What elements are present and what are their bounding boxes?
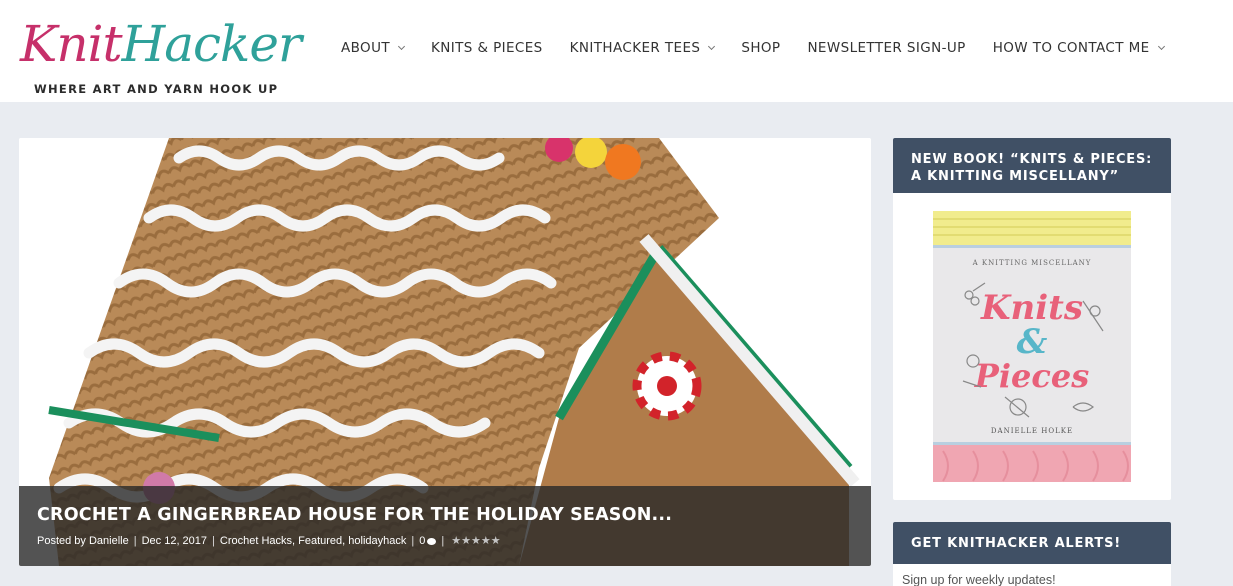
posted-by-label: Posted by xyxy=(37,535,86,547)
alerts-widget-text: Sign up for weekly updates! xyxy=(902,573,1056,586)
book-cover-author: DANIELLE HOLKE xyxy=(991,427,1073,435)
book-cover-image[interactable]: A KNITTING MISCELLANY Knits & Pieces DAN… xyxy=(933,211,1131,482)
star-icon: ★ xyxy=(490,534,501,547)
post-author-link[interactable]: Danielle xyxy=(89,535,129,547)
nav-item-about[interactable]: ABOUT xyxy=(341,40,406,56)
star-icon: ★ xyxy=(461,534,471,547)
chevron-down-icon xyxy=(1157,42,1165,50)
star-icon: ★ xyxy=(470,534,481,547)
book-widget: NEW BOOK! “KNITS & PIECES: A KNITTING MI… xyxy=(893,138,1171,500)
post-title[interactable]: CROCHET A GINGERBREAD HOUSE FOR THE HOLI… xyxy=(37,505,853,525)
nav-item-shop[interactable]: SHOP xyxy=(741,40,780,56)
nav-item-knits-pieces[interactable]: KNITS & PIECES xyxy=(431,40,543,56)
nav-item-knithacker-tees[interactable]: KNITHACKER TEES xyxy=(570,40,716,56)
book-cover-subtitle: A KNITTING MISCELLANY xyxy=(972,259,1092,267)
alerts-widget: GET KNITHACKER ALERTS! Sign up for weekl… xyxy=(893,522,1171,586)
star-icon: ★ xyxy=(480,534,491,547)
comment-icon xyxy=(427,537,437,545)
post-meta: Posted by Danielle | Dec 12, 2017 | Croc… xyxy=(37,534,501,547)
post-date: Dec 12, 2017 xyxy=(141,535,208,547)
nav-item-newsletter[interactable]: NEWSLETTER SIGN-UP xyxy=(807,40,965,56)
alerts-widget-title: GET KNITHACKER ALERTS! xyxy=(893,522,1171,564)
rating-stars: ★ ★ ★ ★ ★ xyxy=(451,534,501,547)
book-cover-title-amp: & xyxy=(1017,322,1048,362)
chevron-down-icon xyxy=(397,42,406,50)
logo-wordmark: KnitHacker xyxy=(20,15,302,73)
logo-tagline: WHERE ART AND YARN HOOK UP xyxy=(34,82,279,96)
comment-count[interactable]: 0 xyxy=(419,535,425,547)
post-categories[interactable]: Crochet Hacks, Featured, holidayhack xyxy=(220,535,406,547)
nav-item-contact[interactable]: HOW TO CONTACT ME xyxy=(993,40,1165,56)
site-header: KnitHacker WHERE ART AND YARN HOOK UP AB… xyxy=(0,0,1233,102)
book-widget-title: NEW BOOK! “KNITS & PIECES: A KNITTING MI… xyxy=(893,138,1171,193)
site-logo[interactable]: KnitHacker WHERE ART AND YARN HOOK UP xyxy=(20,8,302,100)
post-caption: CROCHET A GINGERBREAD HOUSE FOR THE HOLI… xyxy=(19,486,871,566)
star-icon: ★ xyxy=(451,534,462,547)
featured-post[interactable]: CROCHET A GINGERBREAD HOUSE FOR THE HOLI… xyxy=(19,138,871,566)
book-cover-title-2: Pieces xyxy=(974,357,1089,395)
main-nav: ABOUT KNITS & PIECES KNITHACKER TEES SHO… xyxy=(341,38,1165,58)
chevron-down-icon xyxy=(708,42,716,50)
